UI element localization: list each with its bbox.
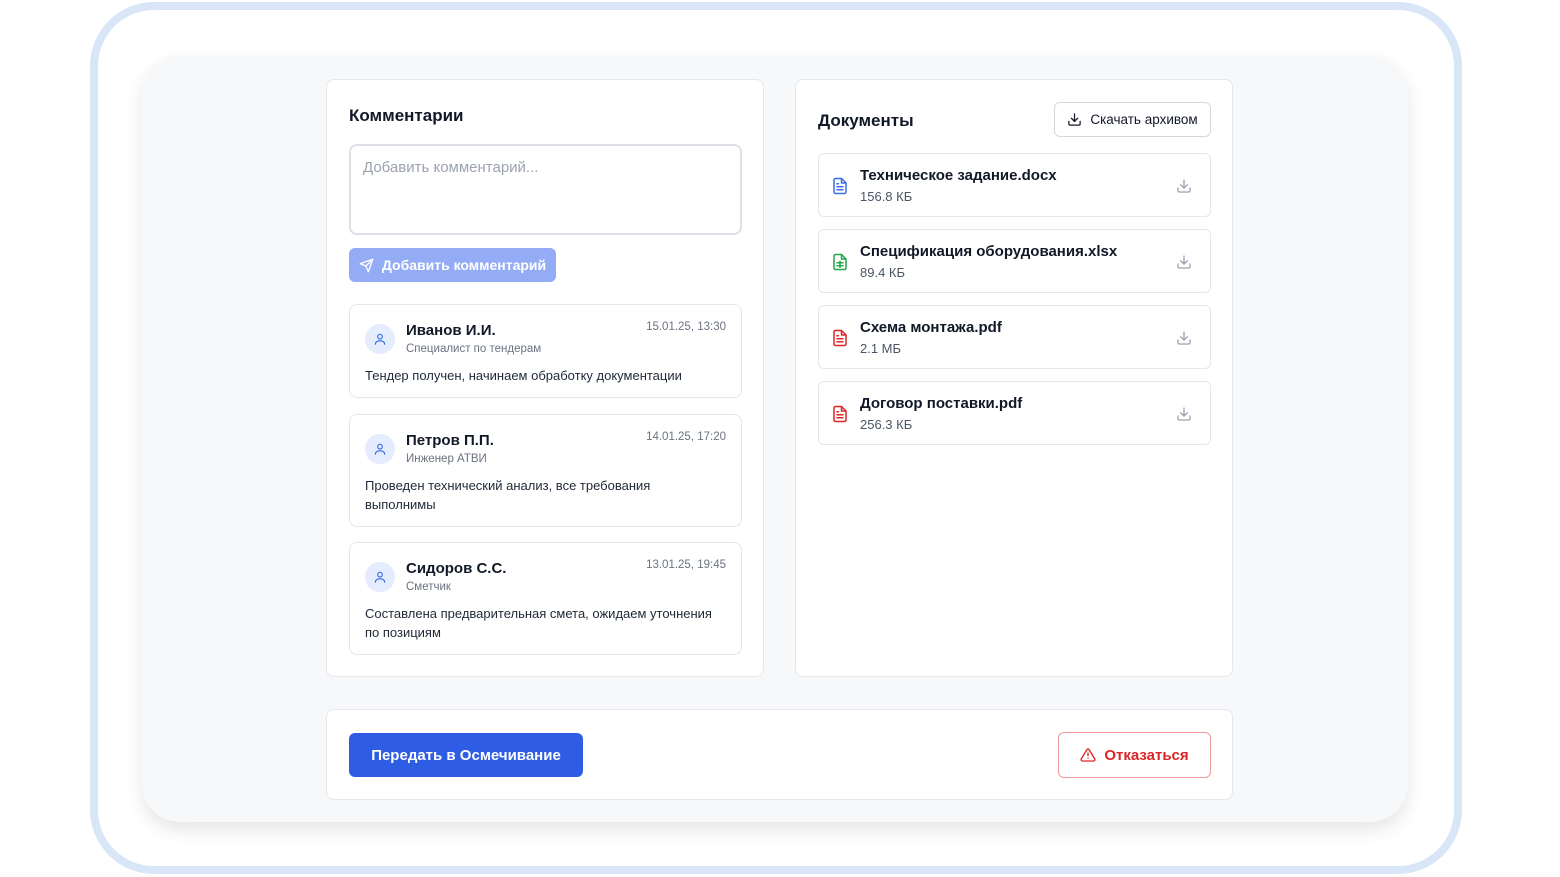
document-item[interactable]: Договор поставки.pdf 256.3 КБ: [818, 381, 1211, 445]
comment-timestamp: 14.01.25, 17:20: [646, 431, 726, 443]
document-name: Договор поставки.pdf: [860, 395, 1023, 412]
comment-author: Иванов И.И.: [406, 322, 496, 339]
comment-input[interactable]: [349, 144, 742, 235]
download-archive-label: Скачать архивом: [1090, 112, 1198, 127]
comment-role: Инженер АТВИ: [406, 453, 487, 465]
document-name: Техническое задание.docx: [860, 167, 1057, 184]
avatar: [365, 434, 395, 464]
document-size: 89.4 КБ: [860, 265, 906, 280]
comment-text: Тендер получен, начинаем обработку докум…: [365, 368, 682, 383]
documents-panel: Документы Скачать архивом Техническое за…: [795, 79, 1233, 677]
comments-panel: Комментарии Добавить комментарий Иванов …: [326, 79, 764, 677]
document-size: 256.3 КБ: [860, 417, 913, 432]
add-comment-label: Добавить комментарий: [381, 257, 547, 273]
avatar: [365, 324, 395, 354]
warning-icon: [1080, 748, 1096, 762]
user-icon: [374, 443, 386, 455]
comment-author: Петров П.П.: [406, 432, 494, 449]
comment-timestamp: 13.01.25, 19:45: [646, 559, 726, 571]
comment-text: Проведен технический анализ, все требова…: [365, 478, 651, 512]
document-name: Спецификация оборудования.xlsx: [860, 243, 1118, 260]
document-item[interactable]: Техническое задание.docx 156.8 КБ: [818, 153, 1211, 217]
comment-item: Иванов И.И. Специалист по тендерам 15.01…: [349, 304, 742, 398]
download-archive-button[interactable]: Скачать архивом: [1054, 102, 1211, 137]
comment-timestamp: 15.01.25, 13:30: [646, 321, 726, 333]
file-text-icon: [833, 177, 847, 195]
add-comment-button[interactable]: Добавить комментарий: [349, 248, 556, 282]
user-icon: [374, 333, 386, 345]
document-item[interactable]: Схема монтажа.pdf 2.1 МБ: [818, 305, 1211, 369]
download-icon[interactable]: [1176, 330, 1192, 346]
document-size: 156.8 КБ: [860, 189, 913, 204]
document-size: 2.1 МБ: [860, 341, 902, 356]
comment-text: Составлена предварительная смета, ожидае…: [365, 606, 712, 640]
document-item[interactable]: Спецификация оборудования.xlsx 89.4 КБ: [818, 229, 1211, 293]
comment-item: Петров П.П. Инженер АТВИ 14.01.25, 17:20…: [349, 414, 742, 527]
document-name: Схема монтажа.pdf: [860, 319, 1002, 336]
send-icon: [359, 258, 374, 272]
comment-item: Сидоров С.С. Сметчик 13.01.25, 19:45 Сос…: [349, 542, 742, 655]
file-spreadsheet-icon: [833, 253, 847, 271]
download-icon[interactable]: [1176, 178, 1192, 194]
avatar: [365, 562, 395, 592]
comment-role: Специалист по тендерам: [406, 343, 542, 355]
send-to-estimation-button[interactable]: Передать в Осмечивание: [349, 733, 583, 777]
download-icon: [1068, 113, 1082, 126]
comment-role: Сметчик: [406, 581, 451, 593]
file-pdf-icon: [833, 329, 847, 347]
reject-button[interactable]: Отказаться: [1058, 732, 1211, 778]
comment-author: Сидоров С.С.: [406, 560, 507, 577]
comments-title: Комментарии: [349, 106, 464, 125]
reject-label: Отказаться: [1104, 746, 1189, 764]
actions-bar: Передать в Осмечивание Отказаться: [326, 709, 1233, 800]
download-icon[interactable]: [1176, 406, 1192, 422]
file-pdf-icon: [833, 405, 847, 423]
download-icon[interactable]: [1176, 254, 1192, 270]
user-icon: [374, 571, 386, 583]
documents-title: Документы: [818, 111, 914, 130]
